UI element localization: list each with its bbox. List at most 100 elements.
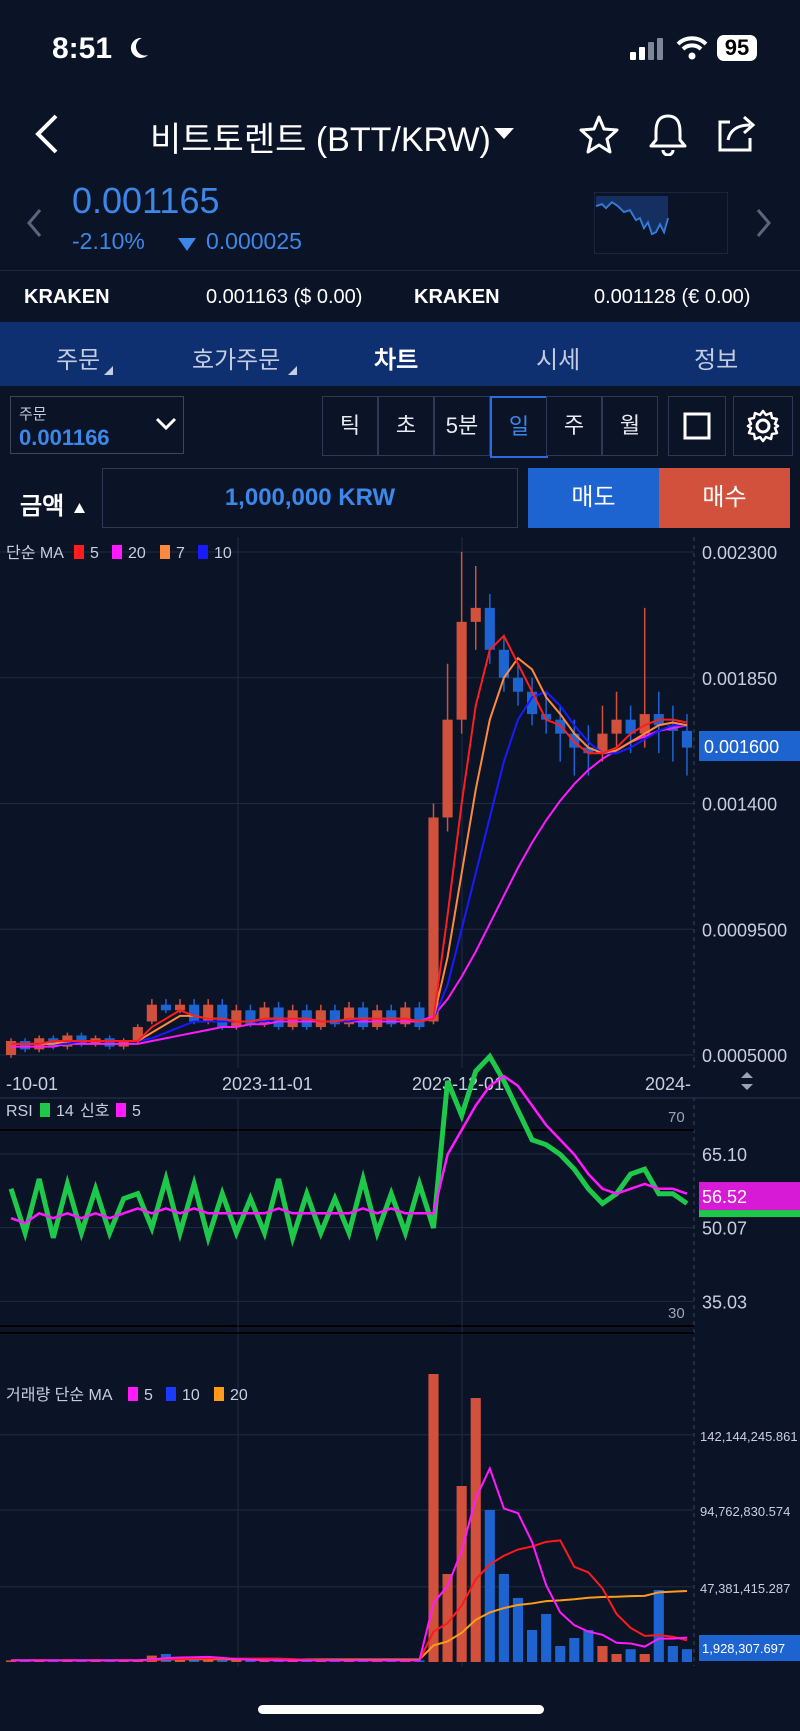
current-price-tag-label: 0.001600 bbox=[704, 737, 779, 757]
rsi-current-tag-green bbox=[699, 1210, 800, 1218]
square-icon bbox=[683, 412, 711, 440]
candle-body bbox=[189, 1004, 200, 1022]
home-indicator bbox=[258, 1705, 544, 1714]
change-percent: -2.10% bbox=[72, 228, 145, 254]
x-axis-tick: 2023-12-01 bbox=[412, 1074, 504, 1094]
candle-body bbox=[20, 1041, 31, 1050]
legend-swatch bbox=[116, 1103, 126, 1117]
candle-body bbox=[315, 1010, 326, 1028]
back-icon[interactable] bbox=[34, 114, 60, 154]
volume-bar bbox=[625, 1649, 636, 1662]
prev-ticker-icon[interactable] bbox=[26, 208, 42, 238]
timeframe-day[interactable]: 일 bbox=[490, 396, 548, 458]
candle-body bbox=[512, 677, 524, 692]
sell-button[interactable]: 매도 bbox=[528, 468, 659, 528]
exchange-value: 0.001163 ($ 0.00) bbox=[206, 286, 363, 308]
price-panel-bg bbox=[0, 537, 800, 1068]
rsi-current-tag-label: 56.52 bbox=[702, 1187, 747, 1207]
chevron-down-icon bbox=[155, 417, 177, 431]
tab-info[interactable]: 정보 bbox=[694, 340, 738, 375]
tab-bar: 주문 호가주문 차트 시세 정보 bbox=[0, 322, 800, 386]
down-triangle-icon bbox=[178, 238, 196, 251]
legend-swatch bbox=[160, 545, 170, 559]
settings-button[interactable] bbox=[733, 396, 793, 456]
price-legend-title: 단순 MA bbox=[6, 544, 64, 562]
price-y-tick: 0.001400 bbox=[702, 795, 777, 815]
tab-corner-icon bbox=[104, 366, 113, 375]
next-ticker-icon[interactable] bbox=[756, 208, 772, 238]
candle-body bbox=[414, 1007, 425, 1028]
exchange-name: KRAKEN bbox=[24, 286, 110, 308]
mini-chart-thumbnail[interactable] bbox=[594, 192, 728, 254]
order-price-select[interactable]: 주문 0.001166 bbox=[10, 396, 184, 454]
legend-swatch bbox=[198, 545, 208, 559]
volume-bar bbox=[681, 1649, 693, 1662]
volume-bar bbox=[569, 1638, 580, 1662]
x-axis-tick: -10-01 bbox=[6, 1074, 58, 1094]
candle-body bbox=[358, 1007, 369, 1028]
signal-icon bbox=[630, 38, 663, 60]
legend-value: 10 bbox=[182, 1387, 200, 1404]
candle-body bbox=[442, 719, 453, 818]
share-icon[interactable] bbox=[716, 112, 758, 154]
candle-body bbox=[231, 1010, 242, 1028]
dropdown-caret-icon[interactable] bbox=[494, 128, 514, 140]
candle-body bbox=[160, 1004, 172, 1011]
bell-icon[interactable] bbox=[648, 112, 688, 156]
buy-button[interactable]: 매수 bbox=[659, 468, 790, 528]
volume-bar bbox=[484, 1510, 495, 1662]
fullscreen-button[interactable] bbox=[668, 396, 726, 456]
tab-corner-icon bbox=[288, 366, 297, 375]
exchange-row: KRAKEN 0.001163 ($ 0.00) KRAKEN 0.001128… bbox=[0, 270, 800, 325]
volume-bar bbox=[231, 1660, 242, 1662]
timeframe-second[interactable]: 초 bbox=[378, 396, 434, 456]
legend-swatch bbox=[74, 545, 84, 559]
legend-value: 7 bbox=[176, 545, 185, 562]
candle-body bbox=[217, 1004, 228, 1028]
price-y-tick: 0.002300 bbox=[702, 543, 777, 563]
timeframe-5min[interactable]: 5분 bbox=[434, 396, 490, 456]
rsi-y-tick: 65.10 bbox=[702, 1145, 747, 1165]
legend-value: 20 bbox=[230, 1387, 248, 1404]
candle-body bbox=[146, 1004, 157, 1022]
amount-input[interactable]: 1,000,000 KRW bbox=[102, 468, 518, 528]
candle-body bbox=[104, 1038, 115, 1047]
timeframe-month[interactable]: 월 bbox=[602, 396, 658, 456]
volume-current-tag-label: 1,928,307.697 bbox=[702, 1641, 785, 1656]
volume-bar bbox=[639, 1654, 650, 1662]
current-price: 0.001165 bbox=[72, 180, 220, 221]
legend-value: 10 bbox=[214, 545, 232, 562]
tab-chart[interactable]: 차트 bbox=[374, 340, 418, 375]
amount-caret-icon[interactable] bbox=[74, 503, 85, 513]
exchange-name: KRAKEN bbox=[414, 286, 500, 308]
volume-bar bbox=[597, 1646, 608, 1662]
tab-quotes[interactable]: 시세 bbox=[536, 340, 580, 375]
candle-body bbox=[273, 1007, 284, 1028]
order-label: 주문 bbox=[19, 406, 47, 423]
timeframe-tick[interactable]: 틱 bbox=[322, 396, 378, 456]
status-bar: 8:51 95 bbox=[0, 0, 800, 100]
legend-swatch bbox=[40, 1103, 50, 1117]
price-chart[interactable]: 0.002300 0.001850 0.001400 0.0009500 0.00050… bbox=[0, 537, 800, 1666]
legend-swatch bbox=[128, 1387, 138, 1401]
volume-bar bbox=[653, 1590, 664, 1662]
legend-swatch bbox=[214, 1387, 224, 1401]
price-y-tick: 0.001850 bbox=[702, 669, 777, 689]
amount-label: 금액 bbox=[20, 493, 65, 520]
legend-value: 20 bbox=[128, 545, 146, 562]
timeframe-week[interactable]: 주 bbox=[546, 396, 602, 456]
price-y-tick: 0.0005000 bbox=[702, 1046, 787, 1066]
rsi-y-tick: 35.03 bbox=[702, 1292, 747, 1312]
candle-body bbox=[681, 730, 693, 748]
volume-legend-title: 거래량 단순 MA bbox=[6, 1386, 113, 1404]
star-icon[interactable] bbox=[578, 114, 620, 154]
volume-bar bbox=[526, 1630, 538, 1662]
volume-bar bbox=[611, 1654, 622, 1662]
page-title[interactable]: 비트토렌트 (BTT/KRW) bbox=[150, 112, 491, 161]
tab-order[interactable]: 주문 bbox=[56, 340, 100, 375]
volume-bar bbox=[667, 1646, 678, 1662]
volume-bar bbox=[541, 1614, 552, 1662]
legend-label: 신호 bbox=[80, 1102, 109, 1120]
candle-body bbox=[470, 607, 481, 622]
tab-orderbook[interactable]: 호가주문 bbox=[192, 340, 280, 375]
